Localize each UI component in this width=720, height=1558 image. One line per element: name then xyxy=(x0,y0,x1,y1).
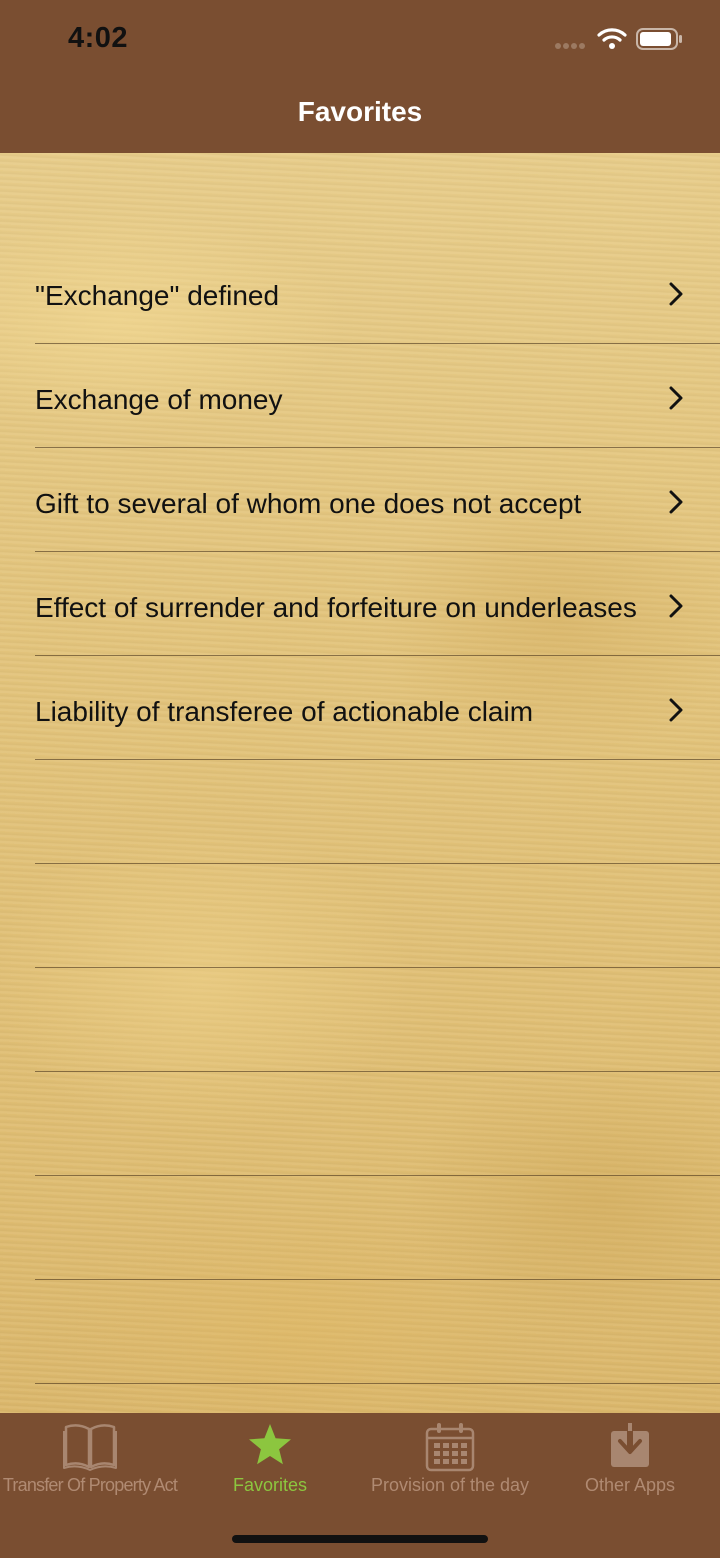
empty-row xyxy=(0,760,720,864)
row-divider xyxy=(35,1383,720,1384)
list-item[interactable]: Exchange of money xyxy=(0,344,720,448)
list-item-label: Liability of transferee of actionable cl… xyxy=(35,696,534,727)
chevron-right-icon xyxy=(669,282,683,306)
list-item[interactable]: "Exchange" defined xyxy=(0,240,720,344)
tab-favorites[interactable]: Favorites xyxy=(180,1413,360,1513)
tab-other-apps[interactable]: Other Apps xyxy=(540,1413,720,1513)
status-time: 4:02 xyxy=(68,22,129,54)
download-icon xyxy=(611,1422,649,1467)
tab-label: Other Apps xyxy=(584,1475,676,1495)
battery-icon xyxy=(636,28,682,50)
page-title: Favorites xyxy=(297,96,423,127)
wifi-icon xyxy=(597,28,627,49)
list-item-label: "Exchange" defined xyxy=(35,280,280,311)
favorites-screen: 4:02 Favorites "Exchange" defined Exchan… xyxy=(0,0,720,1558)
list-item[interactable]: Gift to several of whom one does not acc… xyxy=(0,448,720,552)
empty-row xyxy=(0,968,720,1072)
favorites-list: "Exchange" defined Exchange of money Gif… xyxy=(0,240,720,1384)
list-item-label: Effect of surrender and forfeiture on un… xyxy=(35,592,637,623)
list-item[interactable]: Effect of surrender and forfeiture on un… xyxy=(0,552,720,656)
book-icon xyxy=(63,1424,117,1471)
chevron-right-icon xyxy=(669,594,683,618)
empty-row xyxy=(0,1176,720,1280)
empty-row xyxy=(0,1280,720,1384)
chevron-right-icon xyxy=(669,386,683,410)
header: 4:02 Favorites xyxy=(0,0,720,153)
chevron-right-icon xyxy=(669,698,683,722)
tab-label: Provision of the day xyxy=(370,1475,530,1495)
tab-provision-of-the-day[interactable]: Provision of the day xyxy=(360,1413,540,1513)
empty-row xyxy=(0,864,720,968)
list-item-label: Exchange of money xyxy=(35,384,283,415)
list-item[interactable]: Liability of transferee of actionable cl… xyxy=(0,656,720,760)
calendar-icon xyxy=(425,1423,475,1472)
tab-transfer-of-property-act[interactable]: Transfer Of Property Act xyxy=(0,1413,180,1513)
tab-label: Favorites xyxy=(232,1475,308,1495)
empty-row xyxy=(0,1072,720,1176)
tab-label: Transfer Of Property Act xyxy=(2,1475,178,1495)
chevron-right-icon xyxy=(669,490,683,514)
home-indicator[interactable] xyxy=(232,1535,488,1543)
list-item-label: Gift to several of whom one does not acc… xyxy=(35,488,582,519)
signal-icon xyxy=(555,43,585,49)
star-icon xyxy=(249,1424,291,1465)
